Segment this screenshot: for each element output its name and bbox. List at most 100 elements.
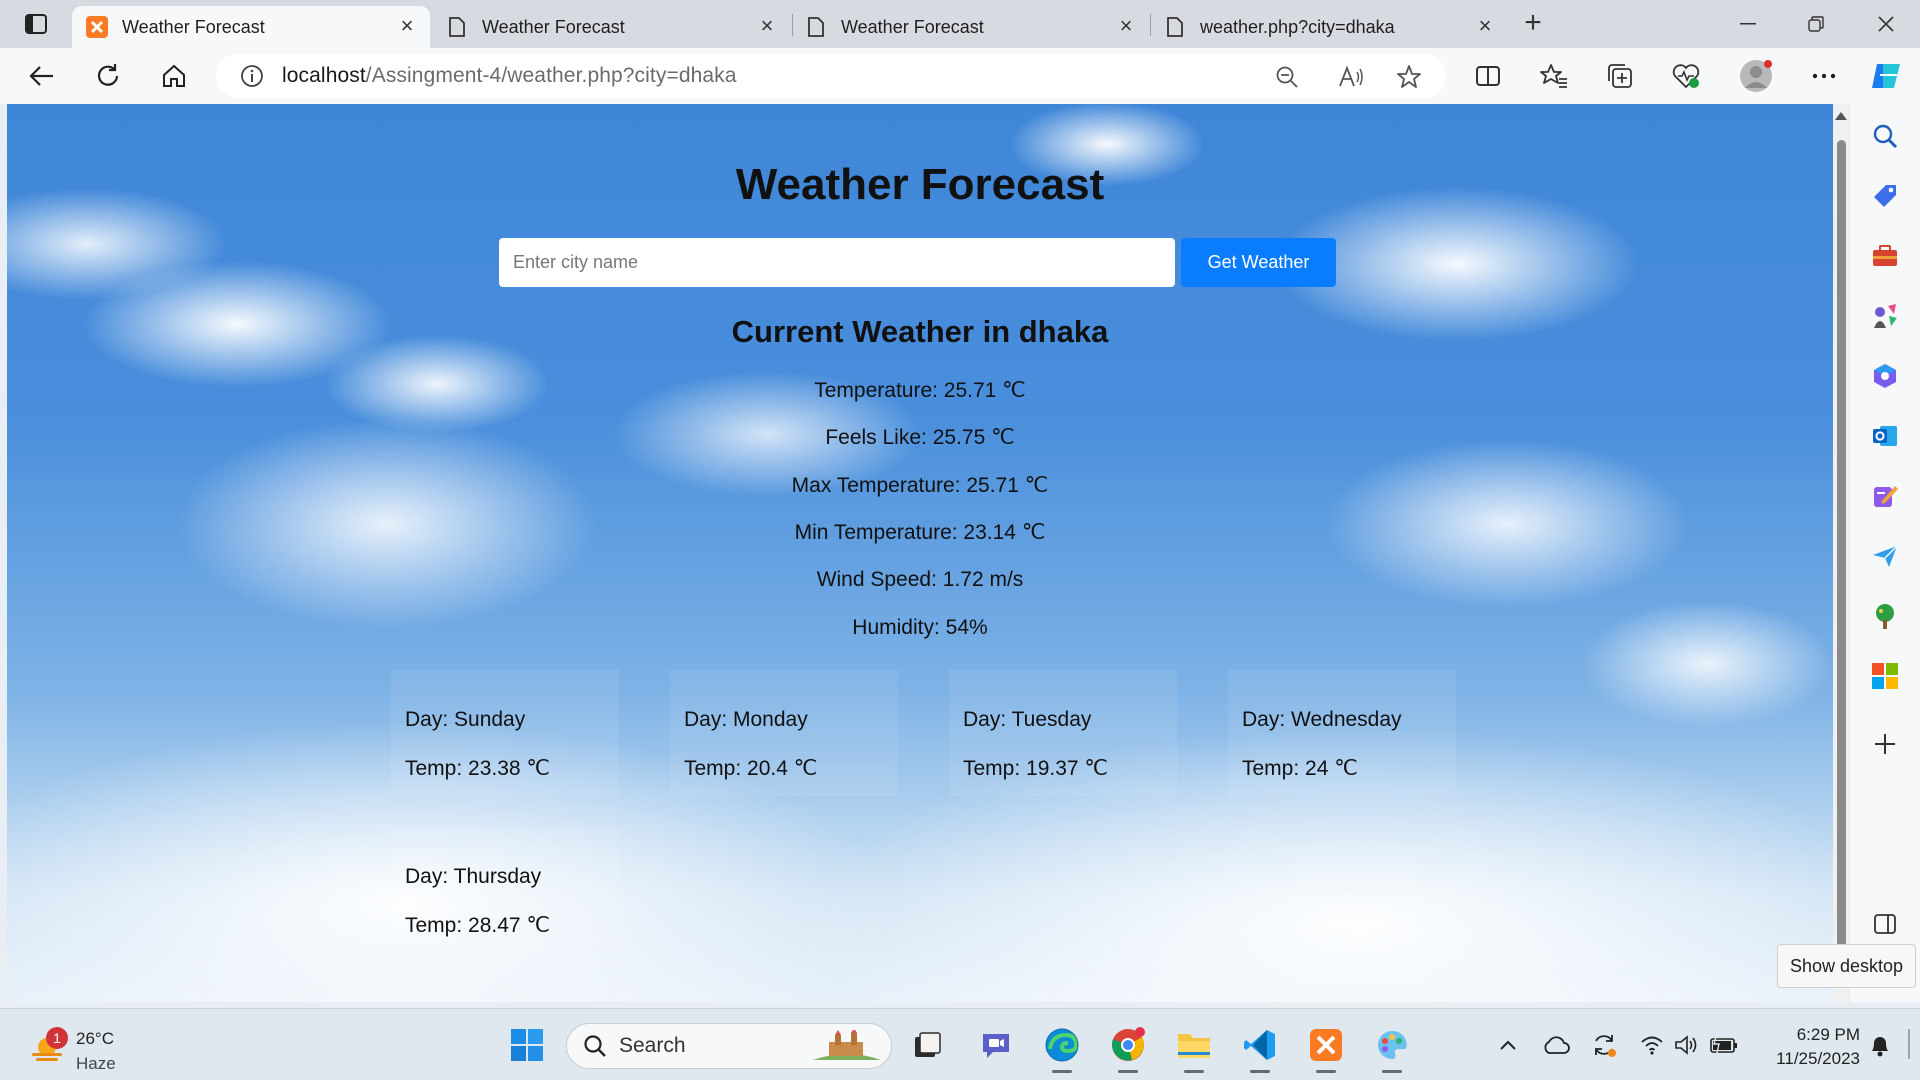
tab-weather-forecast-2[interactable]: Weather Forecast ×	[432, 6, 790, 48]
more-options-icon[interactable]	[1804, 56, 1844, 96]
clock[interactable]: 6:29 PM 11/25/2023	[1760, 1023, 1860, 1071]
send-icon[interactable]	[1865, 536, 1905, 576]
tab-strip: Weather Forecast × Weather Forecast × We…	[0, 0, 1920, 48]
close-tab-icon[interactable]: ×	[1474, 15, 1496, 38]
get-weather-button[interactable]: Get Weather	[1181, 238, 1336, 287]
new-tab-icon[interactable]: +	[1518, 8, 1548, 39]
tab-title: Weather Forecast	[482, 16, 625, 37]
edge-browser-icon[interactable]	[1040, 1023, 1084, 1073]
wind-speed-stat: Wind Speed: 1.72 m/s	[816, 568, 1024, 591]
humidity-stat: Humidity: 54%	[852, 616, 988, 639]
sync-icon[interactable]	[1590, 1031, 1618, 1059]
edge-sidebar	[1850, 104, 1920, 1002]
address-bar[interactable]: localhost/Assingment-4/weather.php?city=…	[216, 54, 1446, 98]
forecast-temp: Temp: 23.38 ℃	[405, 757, 550, 780]
max-temperature-stat: Max Temperature: 25.71 ℃	[791, 474, 1049, 497]
weather-temp: 26°C	[76, 1029, 114, 1048]
designer-icon[interactable]	[1865, 476, 1905, 516]
onedrive-icon[interactable]	[1542, 1031, 1570, 1059]
favorite-star-icon[interactable]	[1396, 64, 1422, 90]
tools-icon[interactable]	[1865, 236, 1905, 276]
teams-meet-icon[interactable]	[974, 1023, 1018, 1067]
forecast-day: Day: Wednesday	[1242, 708, 1402, 731]
page-icon	[805, 16, 827, 38]
close-window-icon[interactable]	[1856, 6, 1916, 42]
games-icon[interactable]	[1865, 296, 1905, 336]
browser-essentials-icon[interactable]	[1666, 56, 1706, 96]
url-text[interactable]: localhost/Assingment-4/weather.php?city=…	[282, 64, 737, 88]
forecast-day: Day: Monday	[684, 708, 808, 731]
tab-weather-forecast-1[interactable]: Weather Forecast ×	[72, 6, 430, 48]
split-screen-icon[interactable]	[1468, 56, 1508, 96]
close-tab-icon[interactable]: ×	[1115, 15, 1137, 38]
xampp-icon	[86, 16, 108, 38]
city-input[interactable]	[499, 238, 1175, 287]
hide-sidebar-icon[interactable]	[1865, 904, 1905, 944]
forecast-card-sunday: Day: Sunday Temp: 23.38 ℃	[391, 670, 619, 796]
tab-title: weather.php?city=dhaka	[1200, 16, 1395, 37]
tab-weather-php[interactable]: weather.php?city=dhaka ×	[1150, 6, 1508, 48]
wifi-icon[interactable]	[1638, 1031, 1666, 1059]
outlook-icon[interactable]	[1865, 416, 1905, 456]
page-viewport: Weather Forecast Get Weather Current Wea…	[7, 104, 1833, 1002]
collections-icon[interactable]	[1600, 56, 1640, 96]
notification-bell-icon[interactable]	[1866, 1031, 1894, 1059]
zoom-out-icon[interactable]	[1274, 64, 1300, 90]
add-icon[interactable]	[1865, 724, 1905, 764]
volume-icon[interactable]	[1672, 1031, 1700, 1059]
battery-icon[interactable]	[1710, 1031, 1738, 1059]
site-info-icon[interactable]	[240, 64, 264, 88]
current-weather-heading: Current Weather in dhaka	[731, 314, 1109, 349]
page-title: Weather Forecast	[735, 160, 1105, 209]
chrome-icon[interactable]	[1106, 1023, 1150, 1073]
weather-widget[interactable]: 1 26°C Haze	[28, 1017, 138, 1073]
back-icon[interactable]	[22, 56, 62, 96]
forecast-temp: Temp: 28.47 ℃	[405, 914, 550, 937]
forecast-day: Day: Tuesday	[963, 708, 1092, 731]
favorites-icon[interactable]	[1534, 56, 1574, 96]
scrollbar-thumb[interactable]	[1837, 140, 1846, 948]
forecast-card-wednesday: Day: Wednesday Temp: 24 ℃	[1228, 670, 1456, 796]
min-temperature-stat: Min Temperature: 23.14 ℃	[794, 521, 1046, 544]
forecast-day: Day: Thursday	[405, 865, 542, 888]
paint-icon[interactable]	[1370, 1023, 1414, 1073]
weather-alert-badge: 1	[46, 1027, 68, 1049]
feels-like-stat: Feels Like: 25.75 ℃	[825, 426, 1015, 449]
shopping-tag-icon[interactable]	[1865, 176, 1905, 216]
tree-icon[interactable]	[1865, 596, 1905, 636]
vscode-icon[interactable]	[1238, 1023, 1282, 1073]
read-aloud-icon[interactable]	[1338, 64, 1364, 90]
windows-start-icon[interactable]	[505, 1023, 549, 1067]
clock-date: 11/25/2023	[1776, 1049, 1860, 1068]
close-tab-icon[interactable]: ×	[396, 15, 418, 38]
forecast-card-thursday: Day: Thursday Temp: 28.47 ℃	[391, 827, 619, 953]
forecast-temp: Temp: 20.4 ℃	[684, 757, 818, 780]
search-label: Search	[619, 1034, 686, 1057]
page-scrollbar[interactable]	[1833, 104, 1849, 1002]
profile-avatar[interactable]	[1736, 56, 1776, 96]
home-icon[interactable]	[154, 56, 194, 96]
search-icon[interactable]	[1865, 116, 1905, 156]
show-desktop-tooltip: Show desktop	[1777, 944, 1916, 988]
taskbar-search[interactable]: Search	[566, 1023, 892, 1069]
show-desktop-button[interactable]	[1908, 1029, 1910, 1059]
show-hidden-icons-chevron-icon[interactable]	[1494, 1031, 1522, 1059]
search-highlight-castle-icon	[813, 1030, 881, 1060]
tab-actions-icon[interactable]	[14, 10, 58, 38]
tab-weather-forecast-3[interactable]: Weather Forecast ×	[791, 6, 1149, 48]
tab-title: Weather Forecast	[122, 16, 265, 37]
xampp-taskbar-icon[interactable]	[1304, 1023, 1348, 1073]
refresh-icon[interactable]	[88, 56, 128, 96]
tab-title: Weather Forecast	[841, 16, 984, 37]
scroll-up-icon[interactable]	[1835, 112, 1847, 120]
minimize-icon[interactable]	[1718, 6, 1778, 42]
forecast-day: Day: Sunday	[405, 708, 526, 731]
office-apps-icon[interactable]	[1865, 656, 1905, 696]
restore-icon[interactable]	[1786, 6, 1846, 42]
microsoft-365-icon[interactable]	[1865, 356, 1905, 396]
task-view-icon[interactable]	[905, 1023, 949, 1067]
file-explorer-icon[interactable]	[1172, 1023, 1216, 1073]
copilot-icon[interactable]	[1866, 56, 1906, 96]
close-tab-icon[interactable]: ×	[756, 15, 778, 38]
search-icon	[584, 1035, 606, 1057]
